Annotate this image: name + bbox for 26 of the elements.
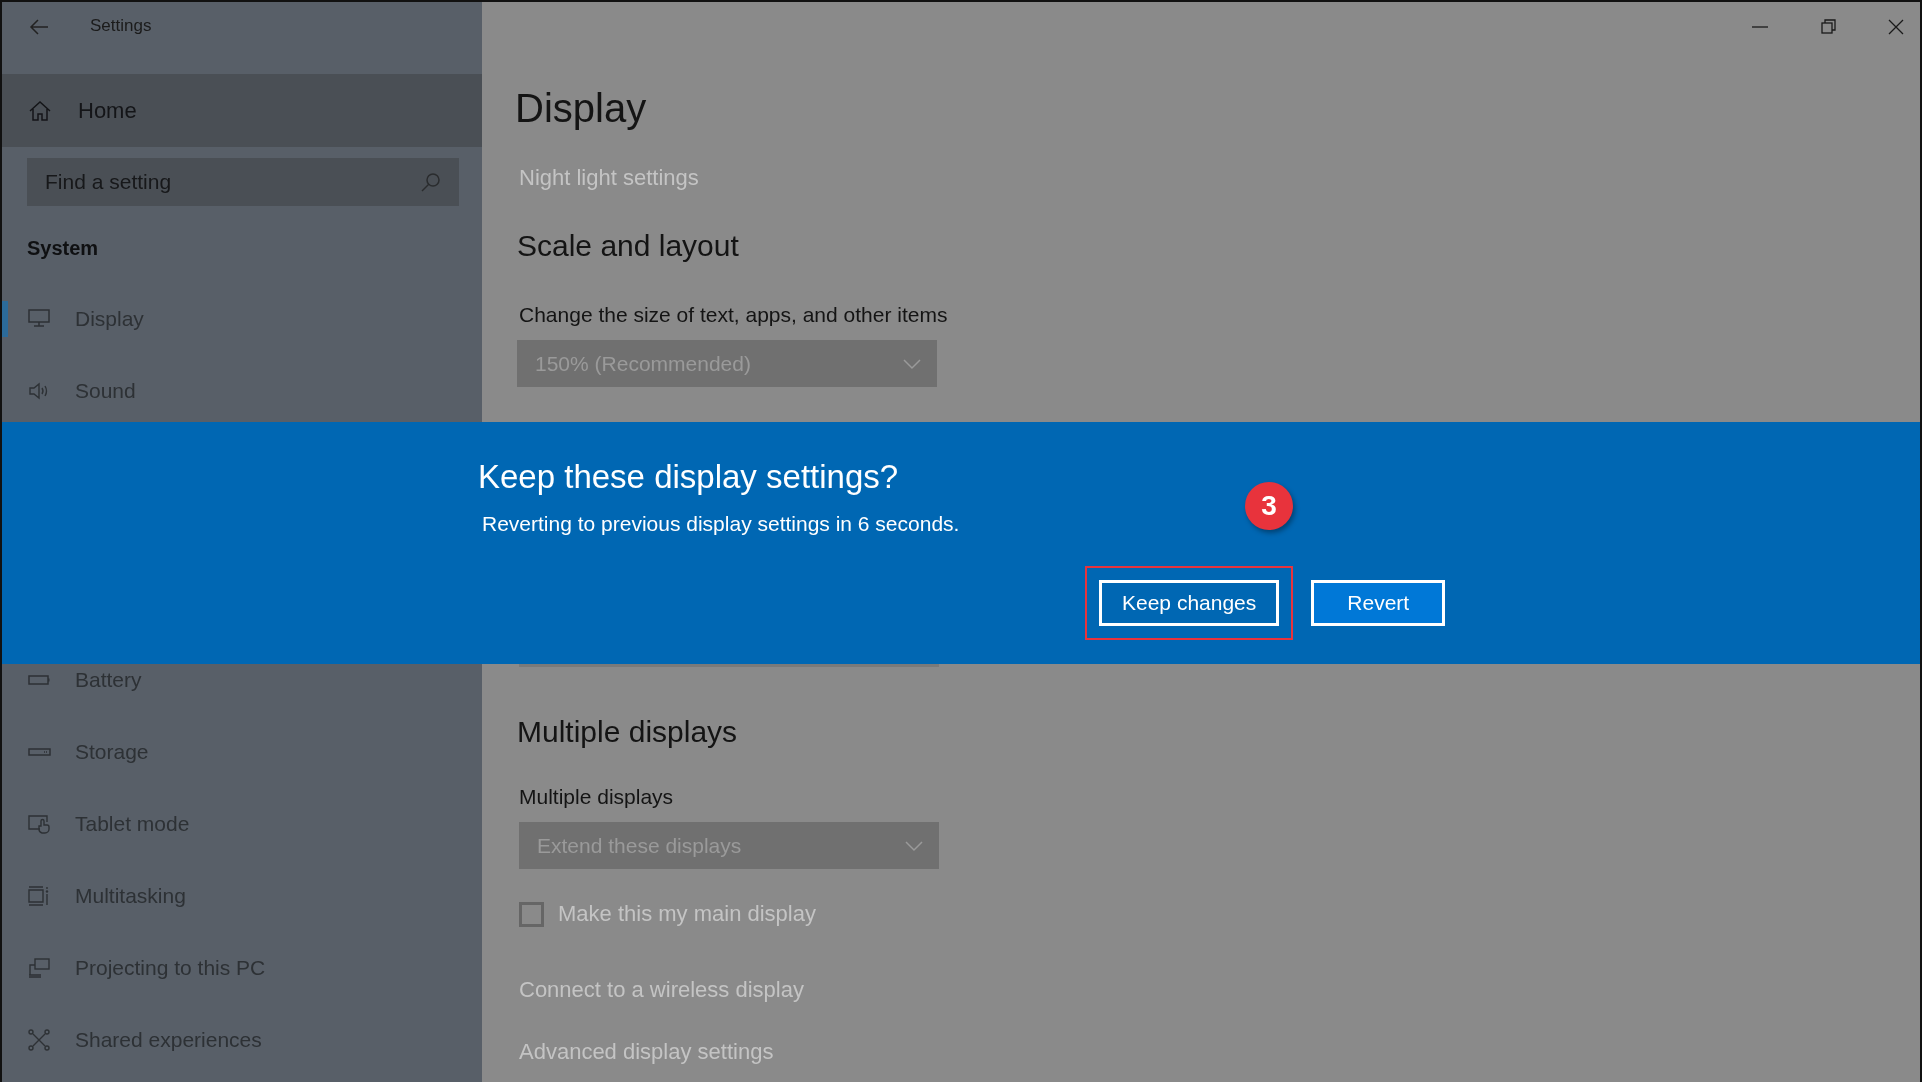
field-label: Multiple displays [519,785,675,809]
dialog-title: Keep these display settings? [478,458,900,496]
network-nodes-icon [27,1028,51,1052]
checkbox-label[interactable]: Make this my main display [558,901,816,927]
dialog-message: Reverting to previous display settings in 6 seconds. [482,512,961,536]
search-icon [419,170,443,194]
section-heading: Multiple displays [517,715,739,749]
search-field[interactable]: Find a setting [27,158,459,206]
multitasking-icon [27,884,51,908]
section-heading: Scale and layout [517,229,740,263]
section-heading: System [27,237,100,261]
home-icon [28,98,52,123]
dialog-button[interactable]: Revert [1311,580,1446,626]
home-item[interactable]: Home [2,74,482,147]
tablet-touch-icon [27,812,51,836]
settings-link[interactable]: Connect to a wireless display [519,977,804,1003]
night-light-link[interactable]: Night light settings [519,165,699,191]
projector-screen-icon [27,956,51,980]
checkbox[interactable] [519,901,544,927]
window-title: Settings [90,16,152,36]
settings-link[interactable]: Advanced display settings [519,1039,774,1065]
step-badge: 3 [1245,482,1293,530]
chevron-down-icon [905,839,923,852]
field-label: Change the size of text, apps, and other items [519,303,949,327]
page-title: Display [515,86,648,131]
chevron-down-icon [903,357,921,370]
